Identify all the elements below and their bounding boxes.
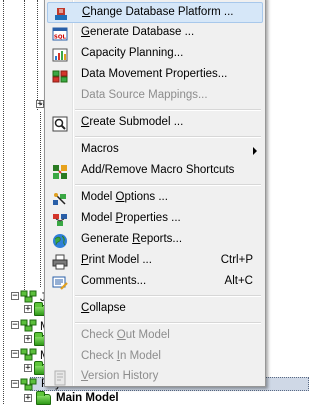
tree-node-main-model[interactable]: Main Model — [56, 392, 119, 404]
menu-item-label: G — [81, 26, 90, 38]
tree-guide-line — [40, 112, 41, 287]
submenu-arrow-icon — [253, 147, 257, 155]
tree-guide-line — [3, 0, 4, 404]
menu-item-capacity-planning[interactable]: Capacity Planning... — [47, 44, 263, 65]
physical-model-icon — [20, 378, 37, 391]
menu-item-label: ptions ... — [124, 191, 168, 203]
menu-item-label: Data Source Mappings... — [81, 89, 208, 101]
menu-item-label: ut Model — [125, 329, 170, 341]
menu-item-label: ollapse — [89, 302, 126, 314]
menu-item-label: Check — [81, 329, 117, 341]
menu-item-label: hange Database Platform ... — [90, 6, 234, 18]
menu-item-label: O — [116, 329, 126, 341]
data-movement-icon — [52, 70, 68, 83]
menu-item-change-database-platform[interactable]: Change Database Platform ... — [47, 2, 263, 23]
macro-shortcuts-icon — [53, 165, 67, 179]
tree-expander[interactable]: + — [24, 364, 32, 373]
menu-item-add-remove-macro-shortcuts[interactable]: Add/Remove Macro Shortcuts — [47, 161, 263, 182]
tree-expander[interactable]: + — [24, 305, 32, 314]
menu-item-label: Add/Remove Macro Shortcuts — [81, 164, 235, 176]
menu-separator — [75, 184, 261, 186]
folder-icon — [36, 391, 51, 405]
menu-item-comments[interactable]: Comments... Alt+C — [47, 272, 263, 293]
menu-item-label: n Model — [120, 350, 161, 362]
menu-item-model-options[interactable]: Model Options ... — [47, 188, 263, 209]
tree-expander-physical[interactable]: − — [11, 380, 19, 389]
menu-item-data-source-mappings[interactable]: Data Source Mappings... — [47, 86, 263, 107]
menu-item-create-submodel[interactable]: Create Submodel ... — [47, 113, 263, 134]
model-properties-icon — [53, 214, 67, 226]
menu-item-shortcut: Alt+C — [224, 275, 253, 287]
tree-expander-m1[interactable]: − — [11, 321, 19, 330]
menu-item-label: roperties ... — [123, 212, 181, 224]
menu-separator — [75, 322, 261, 324]
menu-item-version-history[interactable]: Version History — [47, 367, 263, 388]
menu-item-collapse[interactable]: Collapse — [47, 299, 263, 320]
menu-item-label: reate Submodel ... — [89, 116, 184, 128]
printer-icon — [52, 254, 68, 270]
menu-separator — [75, 295, 261, 297]
menu-item-label: Macros — [81, 143, 119, 155]
menu-item-generate-reports[interactable]: Generate Reports... — [47, 230, 263, 251]
globe-icon — [53, 234, 67, 248]
submodel-icon — [52, 116, 68, 132]
menu-item-label: ersion History — [88, 370, 159, 382]
version-history-icon — [54, 370, 66, 386]
menu-item-label: Check — [81, 350, 117, 362]
tree-expander-main-model[interactable]: + — [24, 394, 32, 403]
menu-item-generate-database[interactable]: SQL Generate Database ... — [47, 23, 263, 44]
capacity-chart-icon — [52, 48, 68, 62]
menu-item-macros[interactable]: Macros — [47, 140, 263, 161]
tree-expander-m2[interactable]: − — [11, 350, 19, 359]
model-group-icon — [20, 319, 37, 332]
comments-icon — [52, 276, 68, 290]
menu-item-label: Comments... — [81, 275, 147, 287]
menu-item-label: P — [81, 254, 89, 266]
tree-expander-ja[interactable]: − — [11, 292, 19, 301]
menu-item-label: Generate — [81, 233, 133, 245]
menu-item-data-movement-properties[interactable]: Data Movement Properties... — [47, 65, 263, 86]
model-group-icon — [20, 348, 37, 361]
tree-expander[interactable]: + — [24, 335, 32, 344]
menu-separator — [75, 136, 261, 138]
model-options-icon — [53, 193, 66, 205]
menu-item-shortcut: Ctrl+P — [220, 254, 253, 266]
menu-item-label: Model — [81, 191, 116, 203]
menu-item-label: V — [81, 370, 89, 382]
menu-item-label: enerate Database ... — [89, 26, 195, 38]
menu-item-label: Model — [81, 212, 116, 224]
tree-guide-line — [24, 0, 25, 296]
database-platform-icon — [55, 8, 67, 20]
menu-item-check-out-model[interactable]: Check Out Model — [47, 326, 263, 347]
menu-item-label: Capacity Planning... — [81, 47, 184, 59]
menu-item-check-in-model[interactable]: Check In Model — [47, 347, 263, 368]
svg-text:SQL: SQL — [54, 35, 67, 41]
tree-guide-line — [37, 0, 38, 110]
sql-icon: SQL — [52, 27, 68, 41]
context-menu: Change Database Platform ... SQL Generat… — [44, 0, 266, 387]
menu-item-model-properties[interactable]: Model Properties ... — [47, 209, 263, 230]
menu-item-label: Data Movement Properties... — [81, 68, 228, 80]
menu-item-print-model[interactable]: Print Model ... Ctrl+P — [47, 251, 263, 272]
menu-separator — [75, 109, 261, 111]
menu-item-label: eports... — [140, 233, 183, 245]
menu-item-label: rint Model ... — [88, 254, 152, 266]
